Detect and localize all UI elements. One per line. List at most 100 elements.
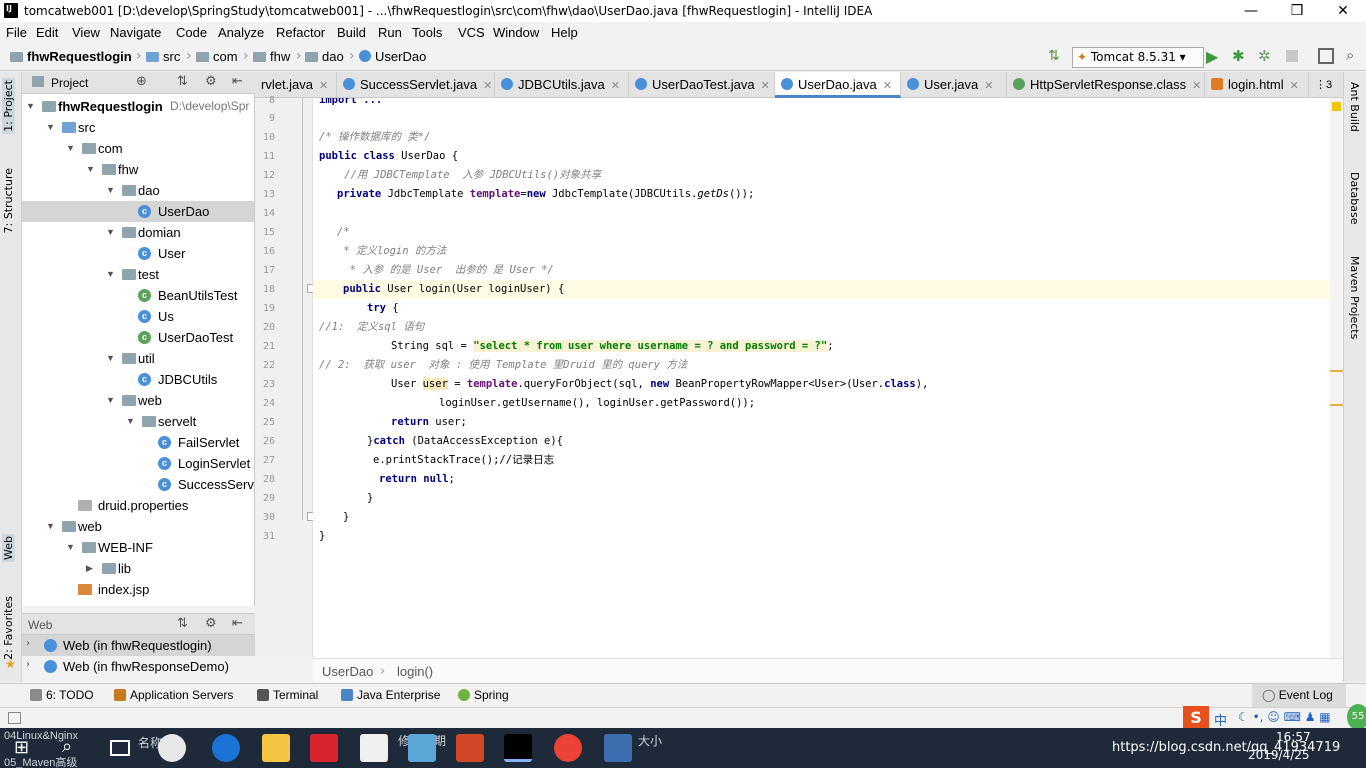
search-icon[interactable]: ⌕ — [62, 736, 72, 757]
collapse-all-icon[interactable]: ⇅ — [177, 616, 188, 631]
mysql-workbench-icon[interactable] — [604, 734, 632, 762]
tree-item-successservle[interactable]: c SuccessServle — [22, 474, 254, 495]
menu-analyze[interactable]: Analyze — [218, 25, 264, 40]
menu-tools[interactable]: Tools — [412, 25, 442, 40]
breadcrumb-dao[interactable]: dao — [305, 49, 344, 64]
event-log-button[interactable]: ◯ Event Log — [1252, 684, 1346, 707]
gear-icon[interactable]: ⚙ — [205, 74, 217, 89]
database-tool-window-button[interactable]: Database — [1348, 172, 1361, 225]
ime-toolbar-icons[interactable]: ☾ •, ☺ ⌨ ♟ ▦ — [1238, 710, 1331, 724]
search-everywhere-icon[interactable]: ⌕ — [1346, 46, 1364, 64]
close-tab-icon[interactable]: ✕ — [1290, 80, 1299, 92]
build-icon[interactable]: ⇅ — [1048, 48, 1064, 66]
tab-overflow-button[interactable]: ⋮3 — [1311, 72, 1343, 98]
menu-file[interactable]: File — [6, 25, 27, 40]
tab-httpservletresponse[interactable]: HttpServletResponse.class ✕ — [1007, 72, 1205, 98]
youdao-dictionary-icon[interactable] — [310, 734, 338, 762]
windows-start-icon[interactable]: ⊞ — [14, 738, 34, 758]
editor-breadcrumb-class[interactable]: UserDao — [322, 664, 373, 679]
menu-help[interactable]: Help — [551, 25, 578, 40]
web-tree-item[interactable]: › Web (in fhwRequestlogin) — [22, 635, 255, 656]
maximize-button[interactable]: ❒ — [1274, 0, 1320, 22]
warning-indicator-icon[interactable] — [1332, 102, 1341, 111]
chevron-down-icon[interactable]: ▼ — [46, 516, 55, 537]
sogou-ime-icon[interactable]: S — [1183, 706, 1209, 730]
favorites-tool-window-button[interactable]: 2: Favorites — [2, 596, 15, 660]
tree-item-failservlet[interactable]: c FailServlet — [22, 432, 254, 453]
tab-userdao[interactable]: UserDao.java ✕ — [775, 72, 901, 98]
collapse-all-icon[interactable]: ⇅ — [177, 74, 188, 89]
stop-icon[interactable] — [1286, 50, 1298, 62]
tree-item-user[interactable]: c User — [22, 243, 254, 264]
error-stripe-mark[interactable] — [1330, 370, 1343, 372]
gear-icon[interactable]: ⚙ — [205, 616, 217, 631]
todo-tool-button[interactable]: 6: TODO — [30, 688, 94, 702]
tab-jdbcutils[interactable]: JDBCUtils.java ✕ — [495, 72, 629, 98]
hide-panel-icon[interactable]: ⇤ — [232, 74, 243, 89]
task-view-icon[interactable] — [110, 740, 130, 756]
menu-view[interactable]: View — [72, 25, 100, 40]
terminal-tool-button[interactable]: Terminal — [257, 688, 318, 702]
tree-item-fhwrequestlogin[interactable]: ▼ fhwRequestlogin D:\develop\Spr — [22, 96, 254, 117]
tree-item-domian[interactable]: ▼ domian — [22, 222, 254, 243]
tree-item-src[interactable]: ▼ src — [22, 117, 254, 138]
maven-projects-tool-window-button[interactable]: Maven Projects — [1348, 256, 1361, 339]
chevron-down-icon[interactable]: ▼ — [106, 222, 115, 243]
ime-mode[interactable]: 中 — [1214, 710, 1227, 729]
file-explorer-icon[interactable] — [262, 734, 290, 762]
project-tool-window-button[interactable]: 1: Project — [2, 78, 15, 134]
tree-item-beanutilstest[interactable]: c BeanUtilsTest — [22, 285, 254, 306]
project-structure-icon[interactable] — [1318, 48, 1334, 64]
java-enterprise-tool-button[interactable]: Java Enterprise — [341, 688, 440, 702]
tree-item-web[interactable]: ▼ web — [22, 516, 254, 537]
web-tree-item[interactable]: › Web (in fhwResponseDemo) — [22, 656, 255, 677]
notification-badge[interactable]: 55 — [1347, 704, 1366, 730]
menu-navigate[interactable]: Navigate — [110, 25, 161, 40]
chevron-down-icon[interactable]: ▼ — [46, 117, 55, 138]
chevron-right-icon[interactable]: › — [26, 659, 30, 670]
run-icon[interactable]: ▶ — [1206, 47, 1222, 66]
chevron-down-icon[interactable]: ▼ — [106, 180, 115, 201]
tree-item-servelt[interactable]: ▼ servelt — [22, 411, 254, 432]
chevron-down-icon[interactable]: ▼ — [66, 537, 75, 558]
notepad-icon[interactable] — [408, 734, 436, 762]
tree-item-util[interactable]: ▼ util — [22, 348, 254, 369]
breadcrumb-userdao[interactable]: UserDao — [359, 49, 426, 64]
xmind-icon[interactable] — [456, 734, 484, 762]
application-servers-tool-button[interactable]: Application Servers — [114, 688, 233, 702]
tab-user[interactable]: User.java ✕ — [901, 72, 1007, 98]
chevron-down-icon[interactable]: ▼ — [106, 390, 115, 411]
chevron-down-icon[interactable]: ▼ — [126, 411, 135, 432]
chevron-down-icon[interactable]: ▼ — [86, 159, 95, 180]
tree-item-userdaotest[interactable]: c UserDaoTest — [22, 327, 254, 348]
error-stripe-mark[interactable] — [1330, 404, 1343, 406]
close-tab-icon[interactable]: ✕ — [611, 80, 620, 92]
intellij-taskbar-icon[interactable] — [504, 734, 532, 762]
tree-item-web-inf[interactable]: ▼ WEB-INF — [22, 537, 254, 558]
menu-edit[interactable]: Edit — [36, 25, 58, 40]
menu-code[interactable]: Code — [176, 25, 207, 40]
tree-item-test[interactable]: ▼ test — [22, 264, 254, 285]
menu-build[interactable]: Build — [337, 25, 366, 40]
tree-item-com[interactable]: ▼ com — [22, 138, 254, 159]
close-tab-icon[interactable]: ✕ — [984, 80, 993, 92]
tree-item-loginservlet[interactable]: c LoginServlet — [22, 453, 254, 474]
tree-item-index-jsp[interactable]: index.jsp — [22, 579, 254, 600]
clock-date[interactable]: 2019/4/25 — [1248, 748, 1310, 762]
close-tab-icon[interactable]: ✕ — [761, 80, 770, 92]
target-icon[interactable]: ⊕ — [136, 74, 147, 89]
tree-item-fhw[interactable]: ▼ fhw — [22, 159, 254, 180]
tree-item-userdao[interactable]: c UserDao — [22, 201, 254, 222]
chevron-down-icon[interactable]: ▼ — [106, 348, 115, 369]
toggle-tool-windows-icon[interactable] — [8, 712, 21, 724]
chevron-right-icon[interactable]: › — [26, 638, 30, 649]
chevron-down-icon[interactable]: ▼ — [26, 96, 35, 117]
spring-tool-button[interactable]: Spring — [458, 688, 509, 702]
chevron-down-icon[interactable]: ▼ — [66, 138, 75, 159]
close-tab-icon[interactable]: ✕ — [319, 80, 328, 92]
run-configuration-select[interactable]: ✦ Tomcat 8.5.31 ▾ — [1072, 47, 1204, 68]
tree-item-lib[interactable]: ▶ lib — [22, 558, 254, 579]
typora-icon[interactable] — [360, 734, 388, 762]
close-tab-icon[interactable]: ✕ — [883, 80, 892, 92]
close-tab-icon[interactable]: ✕ — [1192, 80, 1201, 92]
